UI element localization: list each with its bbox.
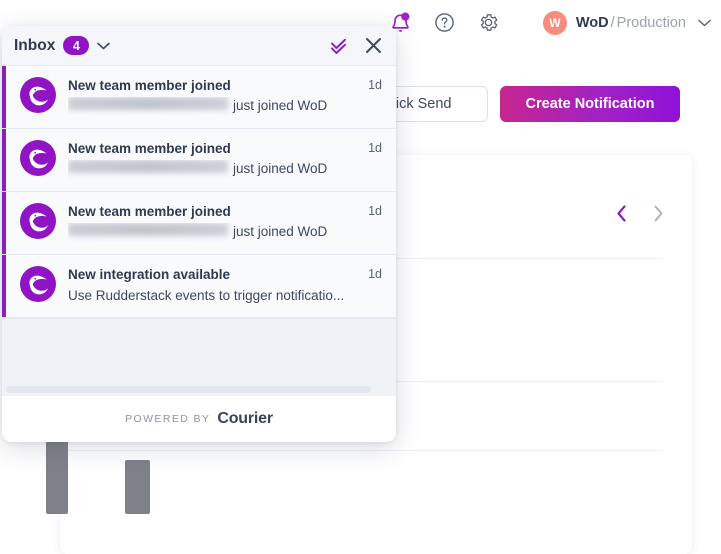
list-item[interactable]: New team member joined just joined WoD 1… <box>2 66 396 129</box>
list-item-subtitle-text: just joined WoD <box>233 223 327 242</box>
list-item-subtitle-text: just joined WoD <box>233 97 327 116</box>
workspace-name: WoD <box>576 15 609 31</box>
list-item-subtitle: just joined WoD <box>68 160 346 179</box>
list-item[interactable]: New team member joined just joined WoD 1… <box>2 129 396 192</box>
courier-bird-logo <box>20 266 56 302</box>
list-item-body: New team member joined just joined WoD <box>68 140 346 179</box>
horizontal-scrollbar[interactable] <box>6 386 386 393</box>
background-bar-chart <box>0 434 300 514</box>
inbox-message-list[interactable]: New team member joined just joined WoD 1… <box>2 66 396 396</box>
inbox-header: Inbox 4 <box>2 26 396 66</box>
unread-count-badge: 4 <box>63 36 89 55</box>
pagination-next-icon[interactable] <box>653 205 664 226</box>
redacted-email <box>68 160 228 173</box>
inbox-filter-chevron-down-icon[interactable] <box>97 42 110 50</box>
chart-bar <box>46 434 68 514</box>
inbox-footer: POWERED BY Courier <box>2 396 396 442</box>
list-item-subtitle: just joined WoD <box>68 97 346 116</box>
list-item-body: New team member joined just joined WoD <box>68 77 346 116</box>
list-item-title: New team member joined <box>68 203 346 221</box>
courier-bird-logo <box>20 203 56 239</box>
list-item-subtitle-text: just joined WoD <box>233 160 327 179</box>
horizontal-scrollbar-thumb[interactable] <box>6 386 371 393</box>
list-item-subtitle: Use Rudderstack events to trigger notifi… <box>68 287 346 306</box>
list-item-time: 1d <box>358 267 382 281</box>
help-circle-icon[interactable] <box>433 11 457 35</box>
courier-bird-logo <box>20 77 56 113</box>
workspace-switcher[interactable]: W WoD/Production <box>543 11 711 35</box>
create-notification-button[interactable]: Create Notification <box>500 86 680 122</box>
pagination-prev-icon[interactable] <box>616 205 627 226</box>
gear-icon[interactable] <box>477 11 501 35</box>
inbox-title: Inbox <box>14 37 55 55</box>
avatar: W <box>543 11 567 35</box>
list-item[interactable]: New integration available Use Rudderstac… <box>2 255 396 318</box>
list-item-subtitle: just joined WoD <box>68 223 346 242</box>
workspace-separator: / <box>611 15 615 31</box>
list-item-title: New team member joined <box>68 77 346 95</box>
courier-brand-label: Courier <box>217 410 273 428</box>
list-item-body: New integration available Use Rudderstac… <box>68 266 346 305</box>
powered-by-label: POWERED BY <box>125 413 210 425</box>
chart-bar <box>125 460 150 514</box>
workspace-label: WoD/Production <box>576 15 686 31</box>
close-icon[interactable] <box>365 37 382 54</box>
list-item-title: New team member joined <box>68 140 346 158</box>
list-item[interactable]: New team member joined just joined WoD 1… <box>2 192 396 255</box>
list-empty-area <box>2 318 396 396</box>
chevron-down-icon[interactable] <box>698 19 711 27</box>
mark-all-read-double-check-icon[interactable] <box>329 38 349 54</box>
redacted-email <box>68 97 228 110</box>
redacted-email <box>68 223 228 236</box>
workspace-environment: Production <box>617 15 686 31</box>
pagination <box>616 205 664 226</box>
top-bar-icons: W WoD/Production <box>389 11 711 35</box>
courier-inbox-panel: Inbox 4 <box>2 26 396 442</box>
list-item-body: New team member joined just joined WoD <box>68 203 346 242</box>
list-item-title: New integration available <box>68 266 346 284</box>
list-item-time: 1d <box>358 78 382 92</box>
list-item-subtitle-text: Use Rudderstack events to trigger notifi… <box>68 287 344 306</box>
list-item-time: 1d <box>358 204 382 218</box>
list-item-time: 1d <box>358 141 382 155</box>
courier-bird-logo <box>20 140 56 176</box>
